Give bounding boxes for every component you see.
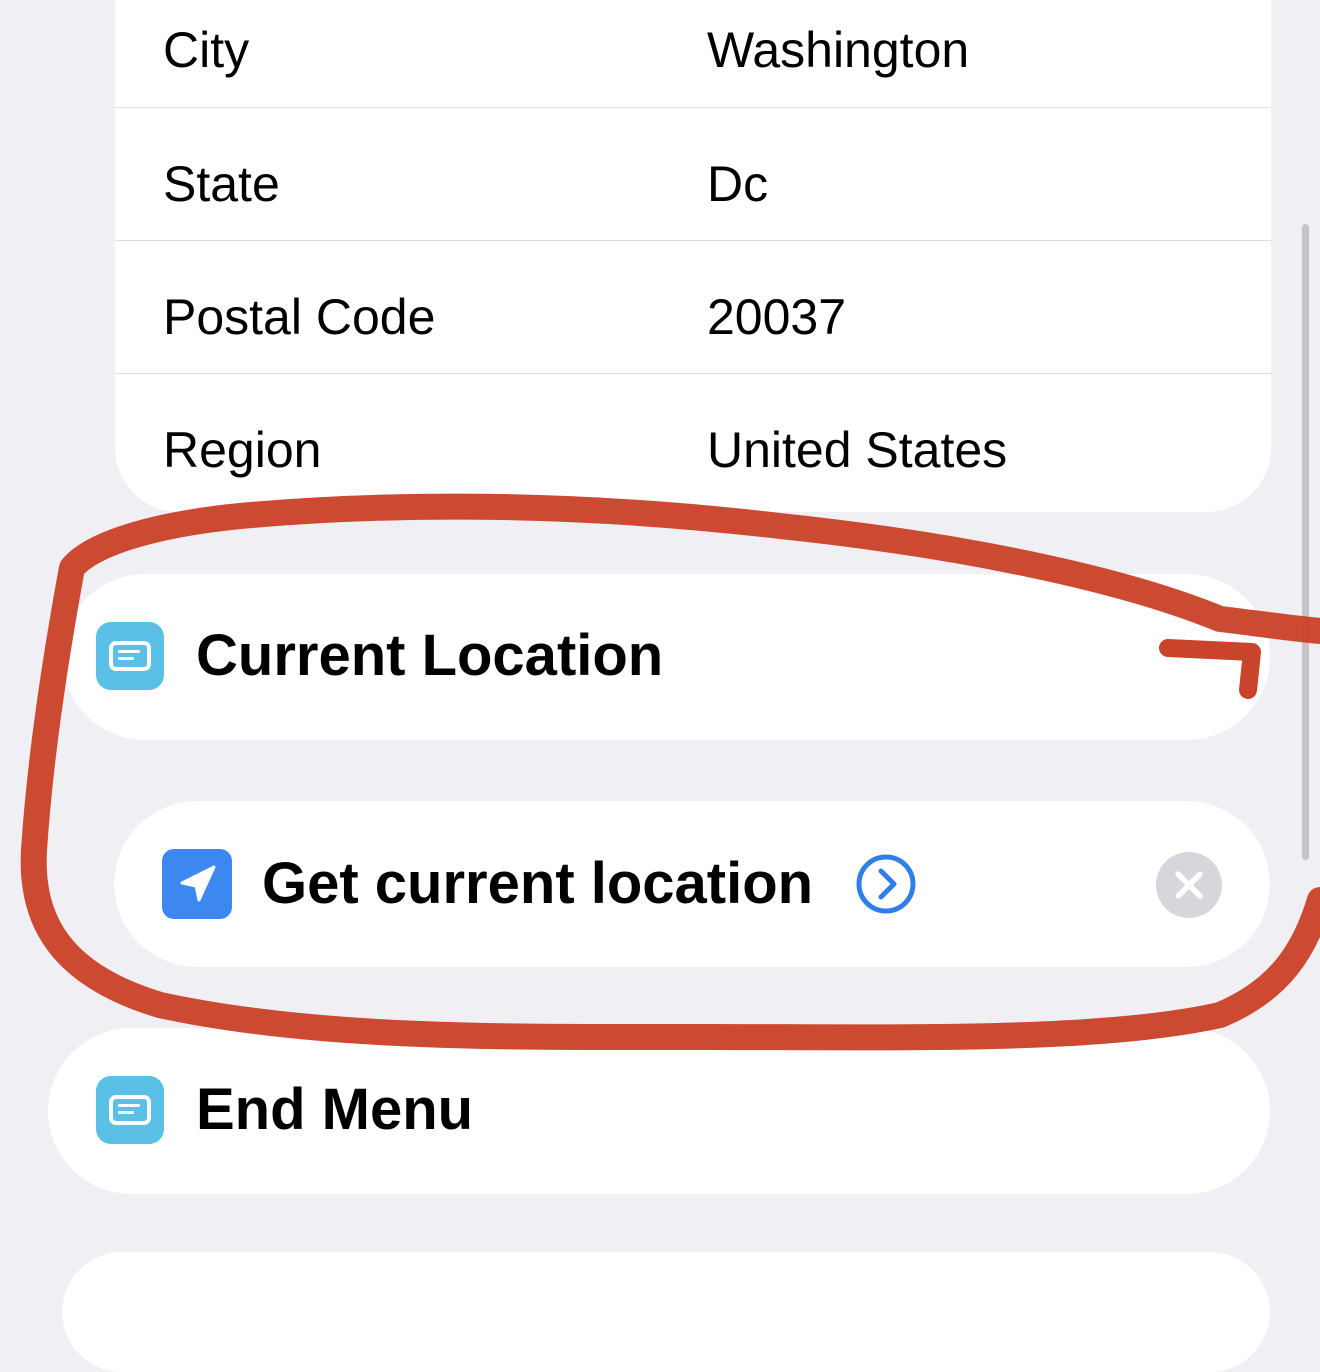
- menu-item-icon: [96, 1076, 164, 1144]
- action-title: Current Location: [196, 623, 664, 688]
- address-value: Washington: [707, 22, 970, 78]
- address-key: Region: [163, 422, 322, 478]
- next-action-card[interactable]: [62, 1252, 1270, 1372]
- address-key: State: [163, 156, 280, 212]
- end-menu-action[interactable]: End Menu: [48, 1028, 1270, 1194]
- address-details-card: City Washington State Dc Postal Code 200…: [115, 0, 1271, 512]
- current-location-action[interactable]: Current Location: [62, 574, 1270, 740]
- address-value: United States: [707, 422, 1008, 478]
- address-value: 20037: [707, 289, 847, 345]
- address-key: Postal Code: [163, 289, 436, 345]
- close-icon: [1175, 871, 1203, 899]
- chevron-right-circle-icon[interactable]: [856, 854, 916, 914]
- scrollbar[interactable]: [1302, 224, 1309, 860]
- location-arrow-icon: [162, 849, 232, 919]
- address-row-postal-code[interactable]: Postal Code 20037: [115, 241, 1271, 374]
- address-row-region[interactable]: Region United States: [115, 374, 1271, 507]
- address-row-state[interactable]: State Dc: [115, 108, 1271, 241]
- address-value: Dc: [707, 156, 769, 212]
- menu-item-icon: [96, 622, 164, 690]
- get-current-location-action[interactable]: Get current location: [114, 801, 1270, 967]
- address-key: City: [163, 22, 250, 78]
- remove-action-button[interactable]: [1156, 852, 1222, 918]
- action-title: Get current location: [262, 851, 814, 916]
- address-row-city[interactable]: City Washington: [115, 0, 1271, 108]
- action-title: End Menu: [196, 1077, 474, 1142]
